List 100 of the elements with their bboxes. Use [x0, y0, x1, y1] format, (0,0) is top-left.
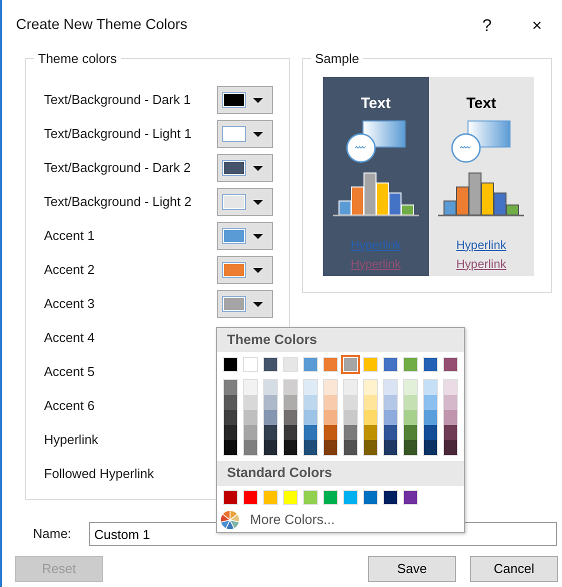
color-swatch[interactable] [323, 490, 338, 504]
color-swatch[interactable] [383, 490, 398, 504]
color-swatch[interactable] [364, 440, 377, 456]
color-swatch[interactable] [403, 490, 418, 504]
color-swatch[interactable] [444, 380, 457, 396]
color-swatch[interactable] [444, 395, 457, 410]
color-swatch[interactable] [404, 440, 417, 456]
color-swatch[interactable] [424, 380, 437, 396]
color-swatch[interactable] [264, 425, 277, 440]
color-swatch[interactable] [443, 357, 458, 372]
color-swatch[interactable] [244, 440, 257, 456]
color-swatch[interactable] [284, 440, 297, 456]
color-swatch[interactable] [424, 410, 437, 426]
color-swatch[interactable] [444, 440, 457, 456]
color-swatch[interactable] [444, 410, 457, 426]
followed-hyperlink[interactable]: Hyperlink [456, 254, 506, 274]
color-picker-button[interactable] [217, 222, 273, 250]
color-swatch[interactable] [304, 380, 317, 396]
color-swatch[interactable] [423, 357, 438, 372]
color-label: Accent 4 [44, 329, 96, 348]
dialog-button[interactable]: Cancel [470, 556, 558, 582]
color-swatch[interactable] [244, 425, 257, 440]
color-swatch[interactable] [223, 490, 238, 504]
color-swatch[interactable] [243, 357, 258, 372]
color-swatch[interactable] [384, 410, 397, 426]
color-swatch[interactable] [264, 395, 277, 410]
color-swatch[interactable] [223, 357, 238, 372]
color-swatch[interactable] [363, 490, 378, 504]
color-swatch[interactable] [283, 490, 298, 504]
color-swatch[interactable] [364, 380, 377, 396]
color-swatch[interactable] [264, 380, 277, 396]
color-picker-button[interactable] [217, 86, 273, 114]
color-swatch[interactable] [324, 425, 337, 440]
color-swatch[interactable] [404, 410, 417, 426]
color-label: Text/Background - Light 1 [44, 125, 192, 144]
color-swatch[interactable] [384, 440, 397, 456]
color-swatch[interactable] [364, 395, 377, 410]
help-button[interactable]: ? [462, 6, 512, 46]
color-swatch[interactable] [344, 380, 357, 396]
color-swatch[interactable] [384, 380, 397, 396]
color-swatch[interactable] [224, 440, 237, 456]
color-swatch[interactable] [304, 395, 317, 410]
color-swatch[interactable] [244, 410, 257, 426]
color-swatch[interactable] [224, 425, 237, 440]
color-swatch[interactable] [424, 425, 437, 440]
color-swatch[interactable] [303, 357, 318, 372]
color-picker-button[interactable] [217, 256, 273, 284]
color-picker-button[interactable] [217, 154, 273, 182]
color-swatch[interactable] [303, 490, 318, 504]
color-swatch[interactable] [363, 357, 378, 372]
color-swatch[interactable] [264, 410, 277, 426]
color-swatch[interactable] [324, 380, 337, 396]
color-swatch[interactable] [403, 357, 418, 372]
color-swatch[interactable] [324, 395, 337, 410]
color-swatch[interactable] [263, 490, 278, 504]
color-swatch[interactable] [444, 425, 457, 440]
color-swatch[interactable] [323, 357, 338, 372]
color-swatch[interactable] [284, 380, 297, 396]
color-swatch[interactable] [224, 410, 237, 426]
color-swatch[interactable] [344, 425, 357, 440]
color-label: Followed Hyperlink [44, 465, 155, 484]
color-label: Text/Background - Light 2 [44, 193, 192, 212]
color-swatch[interactable] [404, 380, 417, 396]
color-swatch[interactable] [404, 395, 417, 410]
color-picker-button[interactable] [217, 188, 273, 216]
color-swatch[interactable] [384, 425, 397, 440]
color-picker-button[interactable] [217, 290, 273, 318]
color-swatch[interactable] [244, 380, 257, 396]
dialog-button[interactable]: Save [368, 556, 456, 582]
color-swatch[interactable] [404, 425, 417, 440]
color-swatch[interactable] [304, 410, 317, 426]
color-swatch[interactable] [284, 410, 297, 426]
color-swatch[interactable] [344, 440, 357, 456]
color-swatch[interactable] [283, 357, 298, 372]
color-swatch[interactable] [384, 395, 397, 410]
color-swatch[interactable] [264, 440, 277, 456]
color-swatch[interactable] [424, 395, 437, 410]
color-swatch[interactable] [284, 425, 297, 440]
color-swatch[interactable] [344, 410, 357, 426]
section-heading: Standard Colors [217, 461, 464, 486]
color-swatch[interactable] [224, 395, 237, 410]
color-swatch[interactable] [364, 410, 377, 426]
color-swatch[interactable] [343, 490, 358, 504]
color-swatch[interactable] [324, 410, 337, 426]
color-swatch[interactable] [424, 440, 437, 456]
color-swatch[interactable] [324, 440, 337, 456]
color-swatch[interactable] [304, 425, 317, 440]
color-picker-button[interactable] [217, 120, 273, 148]
close-button[interactable]: × [512, 6, 562, 46]
color-swatch[interactable] [383, 357, 398, 372]
color-swatch[interactable] [344, 395, 357, 410]
hyperlink[interactable]: Hyperlink [456, 236, 506, 254]
color-swatch[interactable] [364, 425, 377, 440]
color-swatch[interactable] [304, 440, 317, 456]
color-swatch[interactable] [224, 380, 237, 396]
color-label: Accent 2 [44, 261, 96, 280]
color-swatch[interactable] [243, 490, 258, 504]
color-swatch[interactable] [263, 357, 278, 372]
color-swatch[interactable] [244, 395, 257, 410]
color-swatch[interactable] [284, 395, 297, 410]
